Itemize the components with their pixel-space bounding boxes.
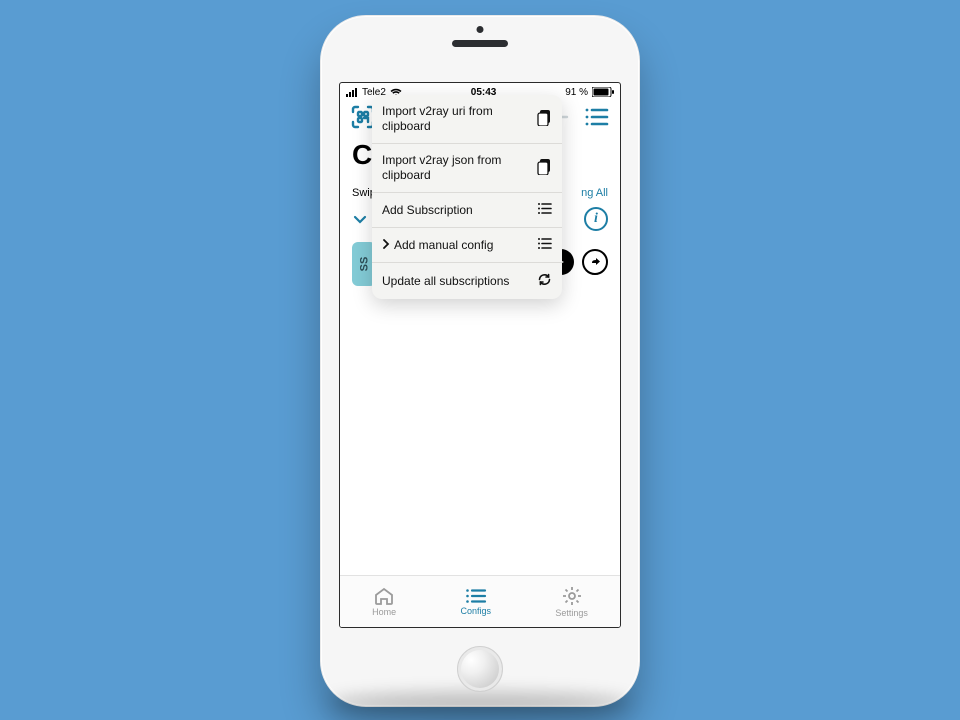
menu-item-label: Add Subscription [382,203,473,218]
signal-icon [346,88,358,97]
menu-item-add-subscription[interactable]: Add Subscription [372,193,562,228]
tab-label: Settings [555,608,588,618]
tab-bar: Home Configs Settings [340,575,620,627]
screen: Tele2 05:43 91 % [339,82,621,628]
home-icon [374,587,394,605]
list-icon [465,588,487,604]
menu-item-label: Update all subscriptions [382,274,509,289]
menu-item-update-subs[interactable]: Update all subscriptions [372,263,562,299]
battery-icon [592,87,614,97]
menu-item-add-manual[interactable]: Add manual config [372,228,562,263]
refresh-icon [537,272,552,290]
menu-item-label: Add manual config [394,238,493,253]
clipboard-icon [537,109,552,129]
clipboard-icon [537,158,552,178]
phone-shadow [330,692,630,714]
phone-speaker [452,40,508,47]
phone-camera [477,26,484,33]
menu-item-import-json[interactable]: Import v2ray json from clipboard [372,144,562,193]
tab-configs[interactable]: Configs [460,588,491,616]
home-button[interactable] [457,646,503,692]
chevron-right-icon [382,238,390,253]
tab-home[interactable]: Home [372,587,396,617]
list-icon[interactable] [584,106,610,133]
phone-frame: Tele2 05:43 91 % [320,15,640,707]
menu-item-label: Import v2ray json from clipboard [382,153,529,183]
ping-all-link[interactable]: ng All [581,187,608,199]
tab-label: Home [372,607,396,617]
menu-item-label: Import v2ray uri from clipboard [382,104,528,134]
share-icon[interactable] [582,249,608,275]
chevron-down-icon [352,211,368,227]
menu-item-import-uri[interactable]: Import v2ray uri from clipboard [372,95,562,144]
tab-settings[interactable]: Settings [555,586,588,618]
list-icon [537,237,552,253]
tab-label: Configs [460,606,491,616]
info-icon[interactable]: i [584,207,608,231]
list-icon [537,202,552,218]
gear-icon [562,586,582,606]
add-menu-popover: Import v2ray uri from clipboard Import v… [372,95,562,299]
battery-percent: 91 % [565,87,588,98]
